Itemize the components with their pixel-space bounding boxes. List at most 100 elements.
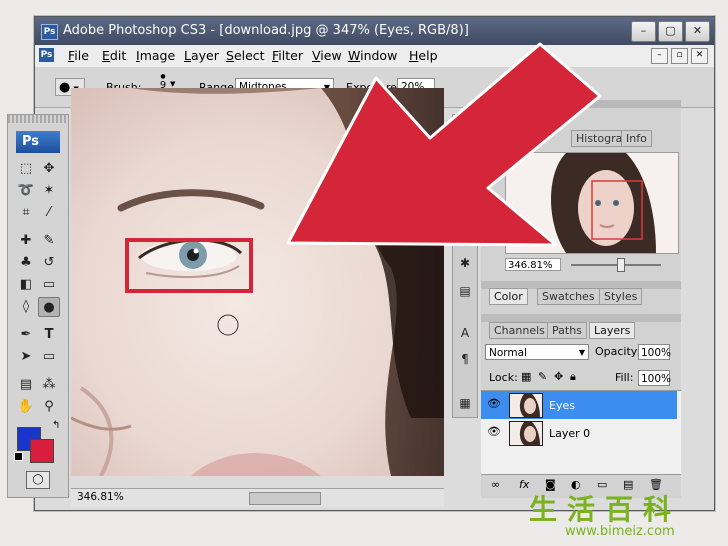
magic-wand-icon[interactable]: ✶: [38, 181, 60, 201]
menu-bar: Ps File Edit Image Layer Select Filter V…: [35, 45, 714, 68]
navigator-zoom-field[interactable]: 346.81%: [505, 258, 561, 271]
history-icon[interactable]: ⇵: [457, 143, 473, 159]
link-layers-icon[interactable]: ∞: [491, 478, 500, 491]
shape-tool-icon[interactable]: ▭: [38, 347, 60, 367]
menu-edit[interactable]: Edit: [102, 48, 126, 63]
layer-row-eyes[interactable]: 👁︎ Eyes: [481, 391, 677, 419]
layer-name: Layer 0: [549, 427, 591, 440]
visibility-eye-icon[interactable]: 👁︎: [487, 425, 501, 438]
move-tool-icon[interactable]: ✥: [38, 159, 60, 179]
lock-all-icon[interactable]: 🔒︎: [570, 370, 576, 384]
navigator-thumbnail: [506, 153, 678, 253]
document-icon: Ps: [39, 48, 54, 62]
blend-mode-select[interactable]: Normal ▼: [485, 344, 589, 360]
restore-button[interactable]: ▢: [658, 21, 683, 42]
path-selection-icon[interactable]: ➤: [15, 347, 37, 367]
pen-tool-icon[interactable]: ✒: [15, 325, 37, 345]
lock-position-icon[interactable]: ✥: [554, 370, 563, 383]
horizontal-scrollbar-thumb[interactable]: [249, 492, 321, 505]
blend-mode-value: Normal: [489, 347, 527, 359]
notes-tool-icon[interactable]: ▤: [15, 375, 37, 395]
hand-tool-icon[interactable]: ✋: [15, 397, 37, 417]
menu-filter[interactable]: Filter: [272, 48, 303, 63]
gradient-tool-icon[interactable]: ▭: [38, 275, 60, 295]
fill-label: Fill:: [615, 371, 634, 384]
watermark: 生活百科 www.bimeiz.com: [525, 488, 725, 542]
menu-window[interactable]: Window: [348, 48, 397, 63]
app-icon: Ps: [41, 24, 58, 40]
doc-close-button[interactable]: ✕: [691, 48, 708, 64]
tab-channels[interactable]: Channels: [489, 322, 550, 339]
status-bar: 346.81%: [71, 488, 444, 507]
title-bar[interactable]: Ps Adobe Photoshop CS3 - [download.jpg @…: [35, 17, 714, 45]
default-colors-icon[interactable]: [14, 452, 23, 461]
collapsed-panel-strip: ⇵ ☰ ✱ ▤ A ¶ ▦: [452, 114, 478, 418]
tab-paths[interactable]: Paths: [547, 322, 587, 339]
navigator-slider-thumb[interactable]: [617, 258, 625, 272]
tab-styles[interactable]: Styles: [599, 288, 643, 305]
menu-help[interactable]: Help: [409, 48, 438, 63]
visibility-eye-icon[interactable]: 👁︎: [487, 397, 501, 410]
marquee-tool-icon[interactable]: ⬚: [15, 159, 37, 179]
eyedropper-icon[interactable]: ⁂: [38, 375, 60, 395]
zoom-readout[interactable]: 346.81%: [77, 491, 124, 503]
history-brush-icon[interactable]: ↺: [38, 253, 60, 273]
actions-icon[interactable]: ☰: [457, 183, 473, 199]
lock-transparency-icon[interactable]: ▦: [521, 370, 531, 383]
ps-logo: Ps: [16, 131, 60, 153]
healing-brush-icon[interactable]: ✚: [15, 231, 37, 251]
opacity-input[interactable]: 100%: [638, 344, 671, 360]
background-color-swatch[interactable]: [30, 439, 54, 463]
eraser-tool-icon[interactable]: ◧: [15, 275, 37, 295]
watermark-url: www.bimeiz.com: [565, 524, 675, 539]
minimize-button[interactable]: –: [631, 21, 656, 42]
tab-swatches[interactable]: Swatches: [537, 288, 600, 305]
brush-chevron-icon[interactable]: ▼: [170, 80, 175, 88]
tab-info[interactable]: Info: [621, 130, 652, 147]
doc-restore-button[interactable]: ▫: [671, 48, 688, 64]
type-tool-icon[interactable]: T: [38, 325, 60, 345]
chevron-down-icon: ▼: [578, 348, 585, 357]
menu-layer[interactable]: Layer: [184, 48, 219, 63]
document-canvas[interactable]: [71, 88, 444, 476]
clone-stamp-icon[interactable]: ♣: [15, 253, 37, 273]
tab-layers[interactable]: Layers: [589, 322, 636, 339]
lasso-tool-icon[interactable]: ➰: [15, 181, 37, 201]
tools-panel: Ps ⬚ ✥ ➰ ✶ ⌗ ⁄ ✚ ✎ ♣ ↺ ◧ ▭ ◊ ● ✒ T ➤ ▭ ▤…: [7, 114, 69, 498]
doc-minimize-button[interactable]: –: [651, 48, 668, 64]
window-title: Adobe Photoshop CS3 - [download.jpg @ 34…: [63, 23, 469, 38]
navigator-zoom-slider[interactable]: [571, 264, 661, 266]
lock-label: Lock:: [489, 371, 518, 384]
tab-color[interactable]: Color: [489, 288, 528, 305]
tool-presets-icon[interactable]: ▤: [457, 283, 473, 299]
brush-tool-icon[interactable]: ✎: [38, 231, 60, 251]
layer-name: Eyes: [549, 399, 575, 412]
brush-dot-icon: ●: [160, 73, 166, 80]
brushes-icon[interactable]: ✱: [457, 255, 473, 271]
panel-grip[interactable]: [8, 115, 68, 123]
menu-image[interactable]: Image: [136, 48, 175, 63]
lock-image-icon[interactable]: ✎: [538, 370, 547, 383]
panel-grip[interactable]: [481, 100, 681, 108]
slice-tool-icon[interactable]: ⁄: [38, 203, 60, 223]
fill-input[interactable]: 100%: [638, 370, 671, 386]
dodge-tool-icon[interactable]: ●: [38, 297, 60, 317]
layer-thumbnail: [509, 421, 543, 446]
crop-tool-icon[interactable]: ⌗: [15, 203, 37, 223]
close-button[interactable]: ✕: [685, 21, 710, 42]
eye-highlight-box: [125, 238, 253, 293]
quick-mask-icon[interactable]: ◯: [26, 471, 50, 489]
navigator-preview[interactable]: [505, 152, 679, 254]
layer-comps-icon[interactable]: ▦: [457, 395, 473, 411]
watermark-text: 生活百科: [529, 493, 682, 526]
menu-select[interactable]: Select: [226, 48, 265, 63]
zoom-tool-icon[interactable]: ⚲: [38, 397, 60, 417]
character-icon[interactable]: A: [457, 325, 473, 341]
menu-view[interactable]: View: [312, 48, 342, 63]
paragraph-icon[interactable]: ¶: [457, 351, 473, 367]
menu-file[interactable]: File: [68, 48, 89, 63]
swap-colors-icon[interactable]: ↰: [52, 420, 60, 431]
layer-row-layer0[interactable]: 👁︎ Layer 0: [481, 419, 677, 447]
blur-tool-icon[interactable]: ◊: [15, 297, 37, 317]
layer-thumbnail: [509, 393, 543, 418]
